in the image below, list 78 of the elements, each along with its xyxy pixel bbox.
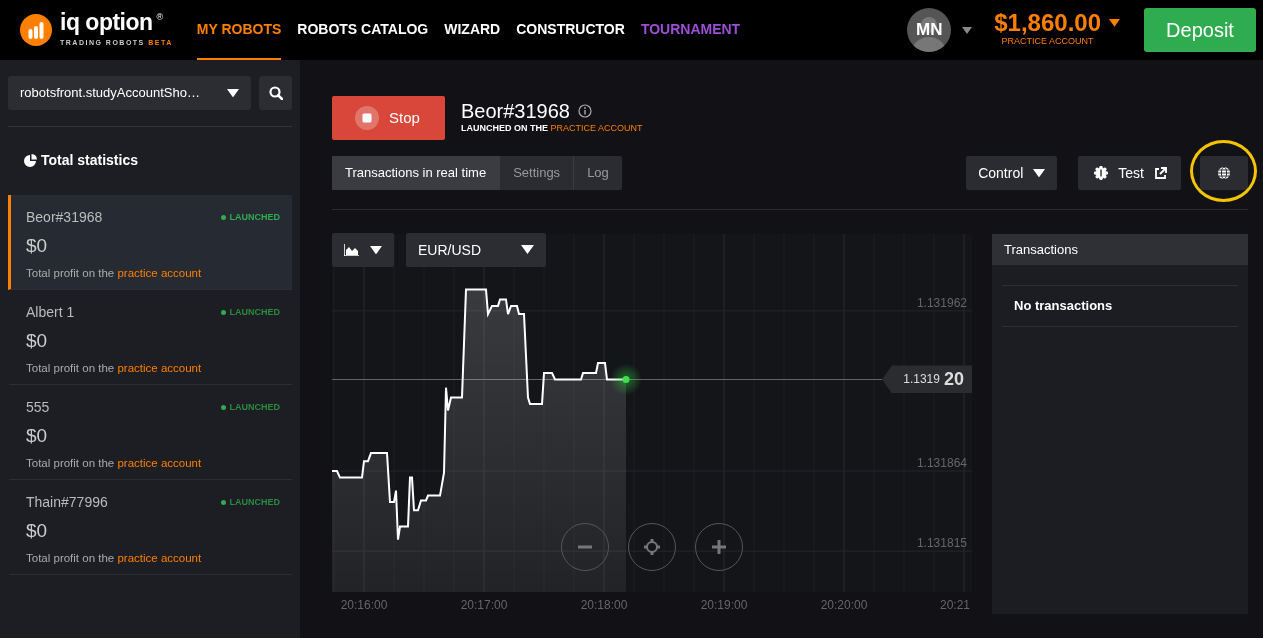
- y-tick-label: 1.131962: [916, 295, 967, 310]
- section-title: Total statistics: [41, 151, 138, 170]
- caret-icon: [370, 245, 382, 255]
- practice-account-link[interactable]: practice account: [117, 456, 202, 469]
- globe-icon: [1217, 166, 1231, 180]
- y-tick-label: 1.131815: [916, 536, 967, 551]
- empty-message: No transactions: [1002, 285, 1238, 327]
- status-label: LAUNCHED: [220, 495, 280, 510]
- x-tick-label: 20:21: [939, 598, 970, 612]
- profit-amount: $0: [26, 519, 49, 543]
- profit-amount: $0: [26, 329, 49, 353]
- caret-icon: [227, 88, 240, 98]
- caret-icon: [1109, 19, 1120, 28]
- external-link-icon: [1154, 166, 1167, 180]
- practice-account-link[interactable]: practice account: [117, 551, 202, 564]
- robot-item[interactable]: Beor#31968 LAUNCHED $0 Total profit on the practice account: [8, 195, 292, 290]
- profit-amount: $0: [26, 424, 49, 448]
- tab[interactable]: Log: [573, 156, 622, 190]
- profit-text: Total profit on the practice account: [26, 265, 203, 281]
- robot-name: 555: [26, 398, 50, 417]
- x-tick-label: 20:16:00: [340, 598, 388, 612]
- robot-item[interactable]: 555 LAUNCHED $0 Total profit on the practice account: [8, 385, 292, 480]
- status-label: LAUNCHED: [220, 210, 280, 225]
- profit-amount: $0: [26, 234, 49, 258]
- profit-text: Total profit on the practice account: [26, 550, 203, 566]
- tab[interactable]: Settings: [499, 156, 574, 190]
- panel-header: Transactions: [992, 234, 1248, 265]
- stop-button[interactable]: Stop: [332, 96, 445, 140]
- info-icon: [578, 104, 592, 119]
- globe-button[interactable]: [1200, 156, 1248, 190]
- gear-icon: [1094, 166, 1109, 180]
- robot-item[interactable]: Albert 1 LAUNCHED $0 Total profit on the practice account: [8, 290, 292, 385]
- registered-mark: ®: [156, 11, 164, 25]
- account-select[interactable]: robotsfront.studyAccountSho…: [8, 76, 252, 110]
- profit-text: Total profit on the practice account: [26, 360, 203, 376]
- caret-icon: [962, 26, 973, 34]
- profit-text: Total profit on the practice account: [26, 455, 203, 471]
- x-tick-label: 20:20:00: [820, 598, 868, 612]
- practice-account-link[interactable]: practice account: [117, 266, 202, 279]
- launch-status-text: LAUNCHED ON THE PRACTICE ACCOUNT: [461, 122, 643, 136]
- avatar[interactable]: MN: [907, 8, 952, 52]
- status-label: LAUNCHED: [220, 400, 280, 415]
- nav-link[interactable]: ROBOTS CATALOG: [297, 0, 429, 60]
- currency-pair-select[interactable]: EUR/USD: [406, 233, 546, 267]
- control-dropdown[interactable]: Control: [966, 156, 1058, 190]
- x-tick-label: 20:19:00: [700, 598, 748, 612]
- account-label: PRACTICE ACCOUNT: [1000, 35, 1095, 49]
- test-button[interactable]: Test: [1078, 156, 1181, 190]
- plus-icon: [712, 540, 726, 554]
- robot-name: Thain#77996: [26, 493, 108, 512]
- y-tick-label: 1.131864: [916, 456, 967, 471]
- search-icon: [268, 86, 283, 100]
- robot-item[interactable]: Thain#77996 LAUNCHED $0 Total profit on the practice account: [8, 480, 292, 575]
- nav-link[interactable]: CONSTRUCTOR: [516, 0, 625, 60]
- x-tick-label: 20:17:00: [460, 598, 508, 612]
- practice-account-link[interactable]: practice account: [117, 361, 202, 374]
- nav-link[interactable]: TOURNAMENT: [640, 0, 741, 60]
- area-chart-icon: [344, 244, 359, 256]
- caret-icon: [521, 245, 534, 255]
- robot-title: Beor#31968: [461, 100, 570, 123]
- nav-link[interactable]: WIZARD: [444, 0, 501, 60]
- tab[interactable]: Transactions in real time: [332, 156, 500, 190]
- robot-name: Beor#31968: [26, 208, 103, 227]
- logo-icon: [20, 14, 52, 46]
- stop-icon: [355, 106, 379, 130]
- pie-chart-icon: [23, 153, 37, 168]
- balance[interactable]: $1,860.00: [994, 11, 1101, 36]
- current-price-dot: [622, 376, 630, 383]
- x-tick-label: 20:18:00: [580, 598, 628, 612]
- status-label: LAUNCHED: [220, 305, 280, 320]
- price-tag: 1.1319 20: [882, 365, 972, 394]
- search-button[interactable]: [259, 76, 292, 110]
- caret-icon: [1033, 168, 1046, 178]
- logo-wordmark: iq option: [60, 11, 153, 35]
- practice-account-link[interactable]: PRACTICE ACCOUNT: [550, 123, 643, 134]
- robot-name: Albert 1: [26, 303, 75, 322]
- chart-type-select[interactable]: [332, 233, 394, 267]
- crosshair-icon: [644, 539, 660, 555]
